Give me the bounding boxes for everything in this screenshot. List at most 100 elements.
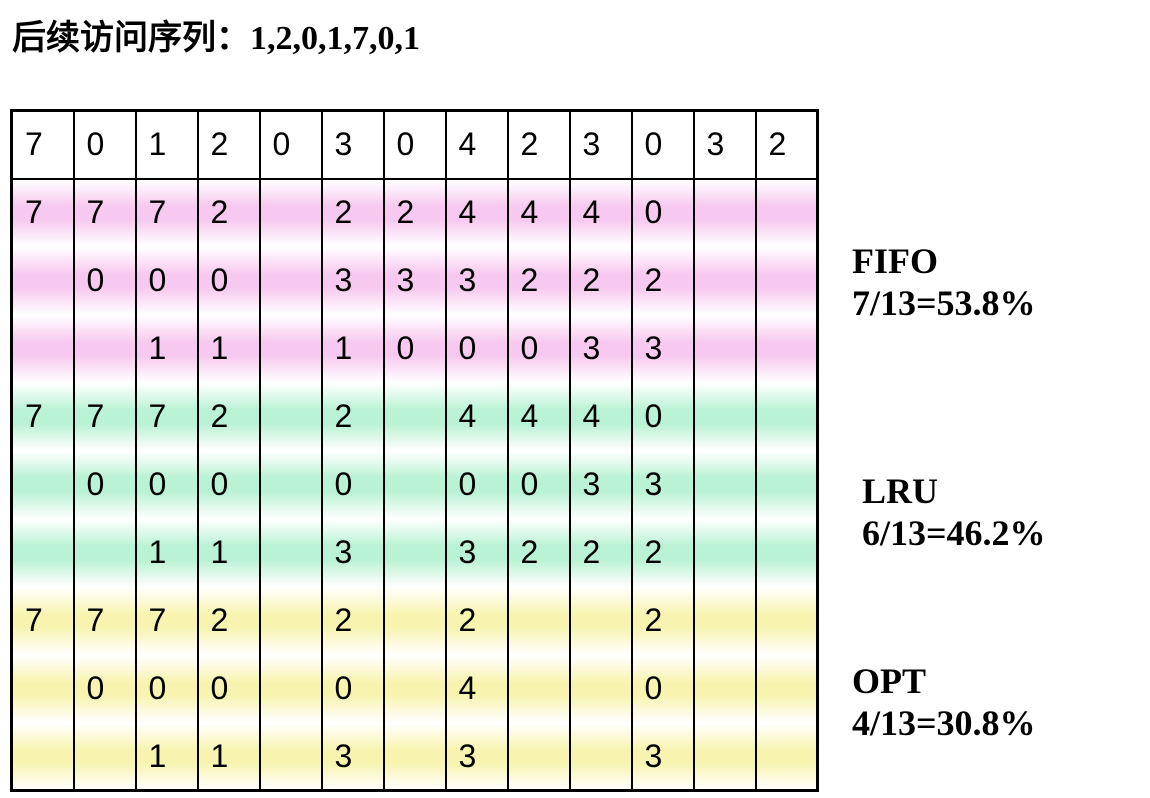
table-cell: 0	[134, 450, 199, 519]
table-cell: 4	[506, 178, 571, 247]
table-cell	[382, 518, 447, 587]
table-cell: 3	[692, 110, 757, 180]
table-cell	[754, 722, 819, 791]
table-cell: 0	[320, 654, 385, 723]
table-cell: 3	[382, 246, 447, 315]
sequence-heading: 后续访问序列：1,2,0,1,7,0,1	[12, 20, 420, 57]
table-cell: 0	[444, 450, 509, 519]
table-cell: 2	[630, 518, 695, 587]
table-cell	[692, 178, 757, 247]
table-cell	[754, 178, 819, 247]
table-cell: 0	[630, 178, 695, 247]
table-cell: 1	[134, 518, 199, 587]
table-cell	[10, 722, 75, 791]
table-cell: 4	[444, 110, 509, 180]
table-cell	[10, 518, 75, 587]
table-cell	[754, 314, 819, 383]
table-cell	[692, 586, 757, 655]
table-cell: 0	[258, 110, 323, 180]
table-cell: 0	[382, 110, 447, 180]
fifo-frame-row-3: 11100033	[10, 314, 819, 383]
table-cell: 0	[72, 654, 137, 723]
table-cell: 3	[320, 110, 385, 180]
lru-frame-row-2: 00000033	[10, 450, 819, 519]
table-cell: 2	[506, 518, 571, 587]
table-cell: 3	[320, 518, 385, 587]
fifo-rate: 7/13=53.8%	[852, 283, 1036, 323]
table-cell: 1	[196, 518, 261, 587]
table-cell	[754, 246, 819, 315]
table-cell	[754, 586, 819, 655]
table-cell: 2	[630, 586, 695, 655]
table-cell	[258, 314, 323, 383]
table-cell: 4	[568, 382, 633, 451]
table-cell: 7	[10, 178, 75, 247]
table-cell	[258, 518, 323, 587]
table-cell: 2	[382, 178, 447, 247]
table-cell: 2	[506, 110, 571, 180]
table-cell: 2	[196, 586, 261, 655]
table-cell: 0	[630, 654, 695, 723]
table-cell: 1	[320, 314, 385, 383]
table-cell: 1	[134, 110, 199, 180]
opt-frame-row-2: 000040	[10, 654, 819, 723]
lru-name: LRU	[862, 471, 939, 511]
table-cell: 0	[134, 246, 199, 315]
table-cell: 0	[196, 246, 261, 315]
table-cell	[72, 314, 137, 383]
page-replacement-table: 7012030423032777222444000033322211100033…	[10, 109, 819, 792]
table-cell	[382, 382, 447, 451]
table-cell	[72, 722, 137, 791]
opt-frame-row-3: 11333	[10, 722, 819, 791]
table-cell: 2	[754, 110, 819, 180]
table-cell: 0	[72, 246, 137, 315]
table-cell	[382, 654, 447, 723]
table-cell: 0	[134, 654, 199, 723]
opt-rate: 4/13=30.8%	[852, 703, 1036, 743]
table-cell	[754, 518, 819, 587]
table-cell	[258, 178, 323, 247]
table-cell: 2	[196, 110, 261, 180]
table-cell: 2	[320, 178, 385, 247]
table-cell: 2	[320, 586, 385, 655]
table-cell: 2	[630, 246, 695, 315]
opt-frame-row-1: 7772222	[10, 586, 819, 655]
table-cell	[10, 314, 75, 383]
table-cell: 4	[506, 382, 571, 451]
table-cell: 2	[506, 246, 571, 315]
table-cell: 3	[630, 314, 695, 383]
table-cell	[692, 518, 757, 587]
table-cell	[692, 314, 757, 383]
table-cell	[506, 722, 571, 791]
table-cell	[568, 722, 633, 791]
table-cell: 4	[444, 382, 509, 451]
opt-name: OPT	[852, 661, 927, 701]
table-cell: 3	[320, 722, 385, 791]
table-cell: 0	[320, 450, 385, 519]
table-cell: 2	[568, 518, 633, 587]
table-cell	[258, 382, 323, 451]
lru-label: LRU 6/13=46.2%	[862, 470, 1046, 554]
table-cell	[692, 722, 757, 791]
table-cell: 2	[568, 246, 633, 315]
table-cell	[10, 450, 75, 519]
table-cell	[382, 450, 447, 519]
table-cell: 0	[506, 450, 571, 519]
fifo-label: FIFO 7/13=53.8%	[852, 240, 1036, 324]
table-cell: 7	[10, 110, 75, 180]
table-cell: 3	[320, 246, 385, 315]
table-cell: 3	[444, 518, 509, 587]
lru-frame-row-3: 1133222	[10, 518, 819, 587]
table-cell: 4	[444, 654, 509, 723]
table-cell: 7	[134, 382, 199, 451]
table-cell: 0	[382, 314, 447, 383]
table-cell: 3	[630, 450, 695, 519]
table-cell: 3	[630, 722, 695, 791]
table-cell	[258, 586, 323, 655]
fifo-frame-row-1: 7772224440	[10, 178, 819, 247]
table-cell	[692, 654, 757, 723]
table-cell	[754, 450, 819, 519]
table-cell: 7	[72, 382, 137, 451]
table-cell: 1	[196, 314, 261, 383]
table-cell: 0	[196, 654, 261, 723]
